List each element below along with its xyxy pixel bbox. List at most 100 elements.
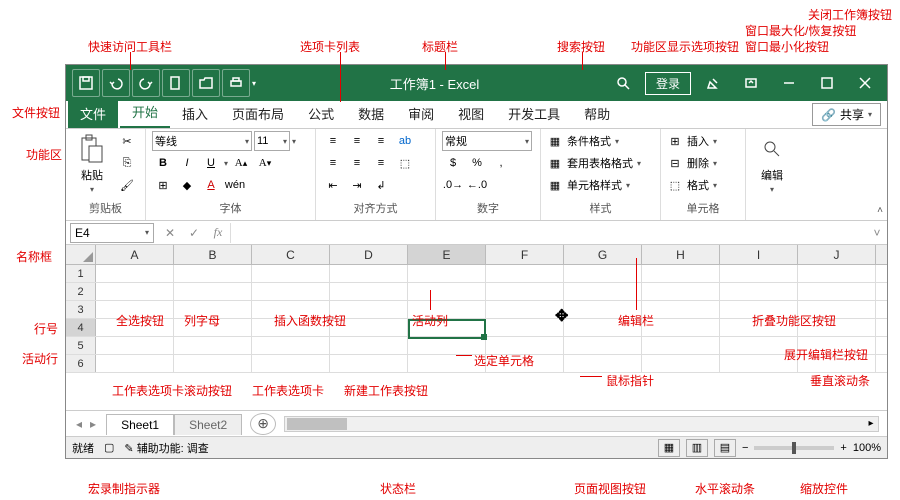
select-all-button[interactable] — [66, 245, 96, 264]
zoom-out-icon[interactable]: − — [742, 442, 748, 454]
cell-styles-button[interactable]: ▦单元格样式▾ — [547, 175, 641, 195]
view-pagebreak-icon[interactable]: ▤ — [714, 439, 736, 457]
format-painter-icon[interactable]: 🖌 — [116, 175, 138, 195]
align-top-icon[interactable]: ≡ — [322, 131, 344, 151]
new-sheet-button[interactable]: ⊕ — [250, 413, 276, 435]
tab-help[interactable]: 帮助 — [572, 99, 622, 128]
col-header[interactable]: A — [96, 245, 174, 264]
minimize-icon[interactable] — [773, 69, 805, 97]
view-pagelayout-icon[interactable]: ▥ — [686, 439, 708, 457]
insert-cells-button[interactable]: ⊞插入▾ — [667, 131, 717, 151]
merge-icon[interactable]: ⬚ — [394, 153, 416, 173]
scroll-thumb[interactable] — [287, 418, 347, 430]
indent-dec-icon[interactable]: ⇤ — [322, 175, 344, 195]
col-header-active[interactable]: E — [408, 245, 486, 264]
sheet-prev-icon[interactable]: ◂ — [76, 417, 82, 431]
font-name-select[interactable]: 等线▾ — [152, 131, 252, 151]
align-right-icon[interactable]: ≡ — [370, 153, 392, 173]
cut-icon[interactable]: ✂ — [116, 131, 138, 151]
col-header[interactable]: C — [252, 245, 330, 264]
print-icon[interactable] — [222, 69, 250, 97]
col-header[interactable]: I — [720, 245, 798, 264]
maximize-icon[interactable] — [811, 69, 843, 97]
percent-icon[interactable]: % — [466, 153, 488, 173]
align-bottom-icon[interactable]: ≡ — [370, 131, 392, 151]
tab-file[interactable]: 文件 — [68, 99, 118, 128]
macro-record-icon[interactable]: ▢ — [104, 441, 114, 454]
formula-input[interactable] — [230, 223, 867, 243]
save-icon[interactable] — [72, 69, 100, 97]
editing-button[interactable]: 编辑 ▾ — [752, 131, 792, 196]
scroll-right-icon[interactable]: ▸ — [864, 417, 878, 431]
undo-icon[interactable] — [102, 69, 130, 97]
horizontal-scrollbar[interactable]: ◂ ▸ — [284, 416, 879, 432]
zoom-level[interactable]: 100% — [853, 442, 881, 454]
underline-button[interactable]: U — [200, 153, 222, 173]
align-center-icon[interactable]: ≡ — [346, 153, 368, 173]
insert-function-icon[interactable]: fx — [206, 223, 230, 243]
view-normal-icon[interactable]: ▦ — [658, 439, 680, 457]
row-header[interactable]: 2 — [66, 283, 96, 300]
tab-insert[interactable]: 插入 — [170, 99, 220, 128]
row-header[interactable]: 5 — [66, 337, 96, 354]
italic-button[interactable]: I — [176, 153, 198, 173]
redo-icon[interactable] — [132, 69, 160, 97]
col-header[interactable]: B — [174, 245, 252, 264]
row-header-active[interactable]: 4 — [66, 319, 96, 336]
font-size-select[interactable]: 11▾ — [254, 131, 290, 151]
row-header[interactable]: 1 — [66, 265, 96, 282]
row-header[interactable]: 6 — [66, 355, 96, 372]
col-header[interactable]: G — [564, 245, 642, 264]
tab-data[interactable]: 数据 — [346, 99, 396, 128]
new-icon[interactable] — [162, 69, 190, 97]
accessibility-status[interactable]: ✎ 辅助功能: 调查 — [124, 440, 208, 456]
phonetic-button[interactable]: wén — [224, 175, 246, 195]
format-cells-button[interactable]: ⬚格式▾ — [667, 175, 717, 195]
tab-layout[interactable]: 页面布局 — [220, 99, 296, 128]
zoom-slider[interactable] — [754, 446, 834, 450]
row-header[interactable]: 3 — [66, 301, 96, 318]
active-cell[interactable] — [408, 319, 486, 339]
comma-icon[interactable]: , — [490, 153, 512, 173]
name-box[interactable]: E4▾ — [70, 223, 154, 243]
font-shrink-icon[interactable]: A▾ — [254, 153, 276, 173]
zoom-handle[interactable] — [792, 442, 796, 454]
wrap-text-icon[interactable]: ↲ — [370, 175, 392, 195]
share-button[interactable]: 🔗共享▾ — [812, 103, 881, 126]
expand-formula-bar-icon[interactable]: ˅ — [867, 226, 887, 240]
fill-color-button[interactable]: ◆ — [176, 175, 198, 195]
sheet-tab-active[interactable]: Sheet1 — [106, 414, 174, 435]
open-icon[interactable] — [192, 69, 220, 97]
conditional-format-button[interactable]: ▦条件格式▾ — [547, 131, 641, 151]
indent-inc-icon[interactable]: ⇥ — [346, 175, 368, 195]
chevron-down-icon[interactable]: ▾ — [292, 137, 296, 146]
close-icon[interactable] — [849, 69, 881, 97]
collapse-ribbon-icon[interactable]: ˄ — [877, 205, 883, 216]
align-left-icon[interactable]: ≡ — [322, 153, 344, 173]
col-header[interactable]: D — [330, 245, 408, 264]
col-header[interactable]: K — [876, 245, 887, 264]
decimal-dec-icon[interactable]: ←.0 — [466, 175, 488, 195]
border-button[interactable]: ⊞ — [152, 175, 174, 195]
sheet-tab[interactable]: Sheet2 — [174, 414, 242, 435]
zoom-in-icon[interactable]: + — [840, 442, 846, 454]
login-button[interactable]: 登录 — [645, 72, 691, 95]
grid[interactable]: A B C D E F G H I J K 1 2 3 4 5 6 — [66, 245, 887, 410]
ribbon-display-options-icon[interactable] — [735, 69, 767, 97]
qat-more-icon[interactable]: ▾ — [252, 79, 256, 88]
col-header[interactable]: H — [642, 245, 720, 264]
currency-icon[interactable]: $ — [442, 153, 464, 173]
delete-cells-button[interactable]: ⊟删除▾ — [667, 153, 717, 173]
bold-button[interactable]: B — [152, 153, 174, 173]
font-color-button[interactable]: A — [200, 175, 222, 195]
sheet-next-icon[interactable]: ▸ — [90, 417, 96, 431]
tab-formulas[interactable]: 公式 — [296, 99, 346, 128]
search-icon[interactable] — [607, 69, 639, 97]
copy-icon[interactable]: ⎘ — [116, 153, 138, 173]
number-format-select[interactable]: 常规▾ — [442, 131, 532, 151]
pen-icon[interactable] — [697, 69, 729, 97]
col-header[interactable]: J — [798, 245, 876, 264]
format-table-button[interactable]: ▦套用表格格式▾ — [547, 153, 641, 173]
enter-icon[interactable]: ✓ — [182, 223, 206, 243]
decimal-inc-icon[interactable]: .0→ — [442, 175, 464, 195]
